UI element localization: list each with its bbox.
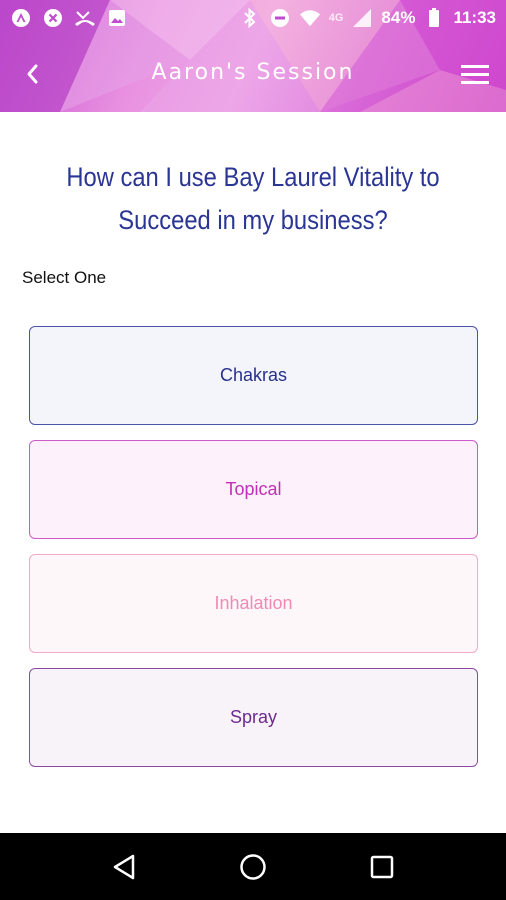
option-label: Inhalation [214, 593, 293, 613]
nav-home-button[interactable] [233, 847, 273, 887]
question-title: How can I use Bay Laurel Vitality to Suc… [66, 162, 440, 235]
option-label: Chakras [219, 365, 288, 385]
menu-button[interactable] [458, 58, 492, 90]
battery-icon [423, 7, 445, 29]
image-icon [106, 7, 128, 29]
do-not-disturb-icon [269, 7, 291, 29]
status-bar: 4G 84% 11:33 [0, 0, 506, 36]
app-notification-icon [10, 7, 32, 29]
cancel-circle-icon [42, 7, 64, 29]
option-spray-button[interactable]: Spray [29, 668, 478, 767]
bluetooth-icon [239, 7, 261, 29]
nav-back-icon [114, 854, 135, 879]
option-topical-button[interactable]: Topical [29, 440, 478, 539]
network-label: 4G [328, 12, 344, 24]
app-bar: Aaron's Session [0, 36, 506, 112]
option-inhalation-button[interactable]: Inhalation [29, 554, 478, 653]
missed-call-icon [74, 7, 96, 29]
select-one-label: Select One [22, 268, 107, 287]
option-chakras-button[interactable]: Chakras [29, 326, 478, 425]
header: 4G 84% 11:33 Aaron's Session [0, 0, 506, 112]
wifi-icon [299, 7, 321, 29]
option-label: Topical [225, 479, 282, 499]
battery-percent: 84% [381, 8, 416, 27]
nav-back-button[interactable] [104, 847, 144, 887]
hamburger-menu-icon [461, 65, 489, 84]
nav-home-icon [240, 853, 266, 880]
nav-recents-icon [370, 855, 393, 878]
signal-icon [351, 7, 373, 29]
clock: 11:33 [453, 8, 496, 27]
option-label: Spray [229, 707, 278, 727]
app-title: Aaron's Session [151, 60, 355, 85]
android-nav-bar [0, 833, 506, 900]
nav-recents-button[interactable] [362, 847, 402, 887]
